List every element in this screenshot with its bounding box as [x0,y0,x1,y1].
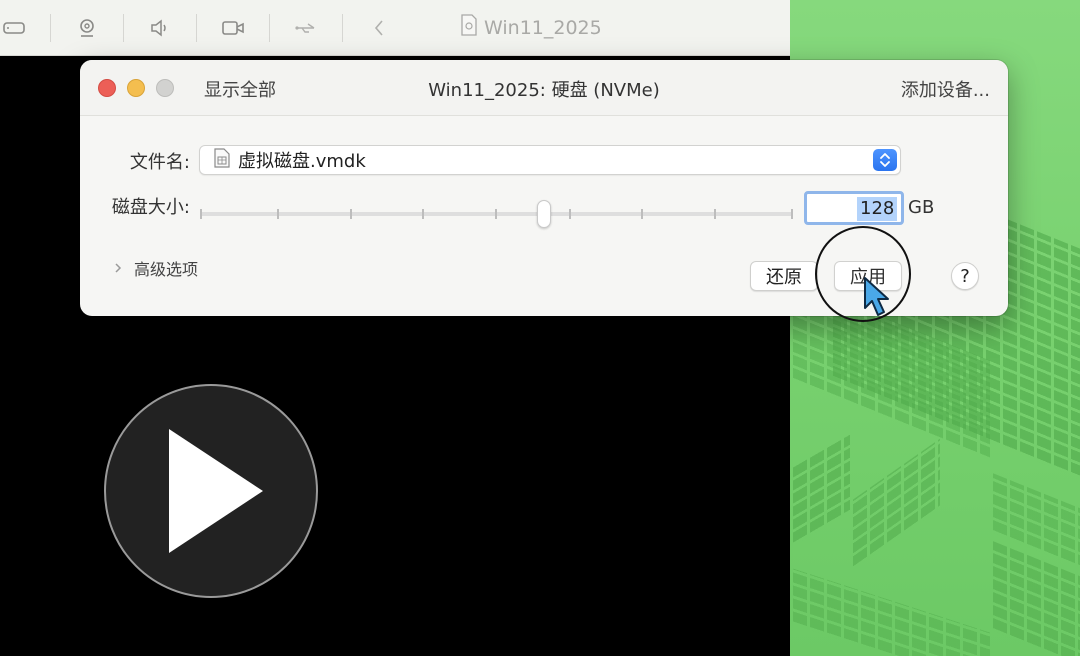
document-icon [460,14,478,41]
vm-window-title: Win11_2025 [460,14,602,41]
disk-size-input[interactable] [857,197,897,221]
vm-toolbar [0,0,790,56]
help-button[interactable]: ? [951,262,979,290]
play-button[interactable] [104,384,318,598]
slider-tick [791,209,793,219]
vm-title-text: Win11_2025 [484,16,602,39]
slider-tick [641,209,643,219]
slider-tick [350,209,352,219]
back-chevron-icon[interactable] [365,14,393,42]
disk-size-field[interactable] [804,191,904,225]
slider-tick [495,209,497,219]
slider-tick [569,209,571,219]
file-name-value: 虚拟磁盘.vmdk [238,151,366,172]
slider-tick [714,209,716,219]
file-name-select[interactable]: 虚拟磁盘.vmdk [199,145,901,175]
revert-button[interactable]: 还原 [750,261,818,291]
toolbar-divider [342,13,343,42]
disk-size-label: 磁盘大小: [111,197,190,218]
chevron-updown-icon[interactable] [873,149,897,171]
slider-knob[interactable] [537,200,551,228]
toolbar-divider [123,13,124,42]
toolbar-divider [196,13,197,42]
slider-tick [277,209,279,219]
drive-icon[interactable] [0,14,28,42]
dialog-title: Win11_2025: 硬盘 (NVMe) [428,80,660,101]
file-icon [214,148,230,172]
disk-size-unit: GB [908,197,935,218]
file-name-label: 文件名: [129,152,190,173]
webcam-icon[interactable] [73,14,101,42]
advanced-options-toggle[interactable]: 高级选项 [114,256,198,280]
slider-tick [200,209,202,219]
advanced-options-label: 高级选项 [134,260,199,279]
toolbar-divider [50,13,51,42]
speaker-icon[interactable] [146,14,174,42]
chevron-right-icon [114,259,122,278]
usb-icon[interactable] [292,14,320,42]
play-icon [169,429,263,553]
camera-icon[interactable] [219,14,247,42]
mouse-pointer-icon [862,276,892,324]
slider-tick [422,209,424,219]
toolbar-divider [269,13,270,42]
add-device-button[interactable]: 添加设备... [901,76,990,102]
dialog-titlebar: 显示全部 Win11_2025: 硬盘 (NVMe) 添加设备... [80,60,1008,116]
